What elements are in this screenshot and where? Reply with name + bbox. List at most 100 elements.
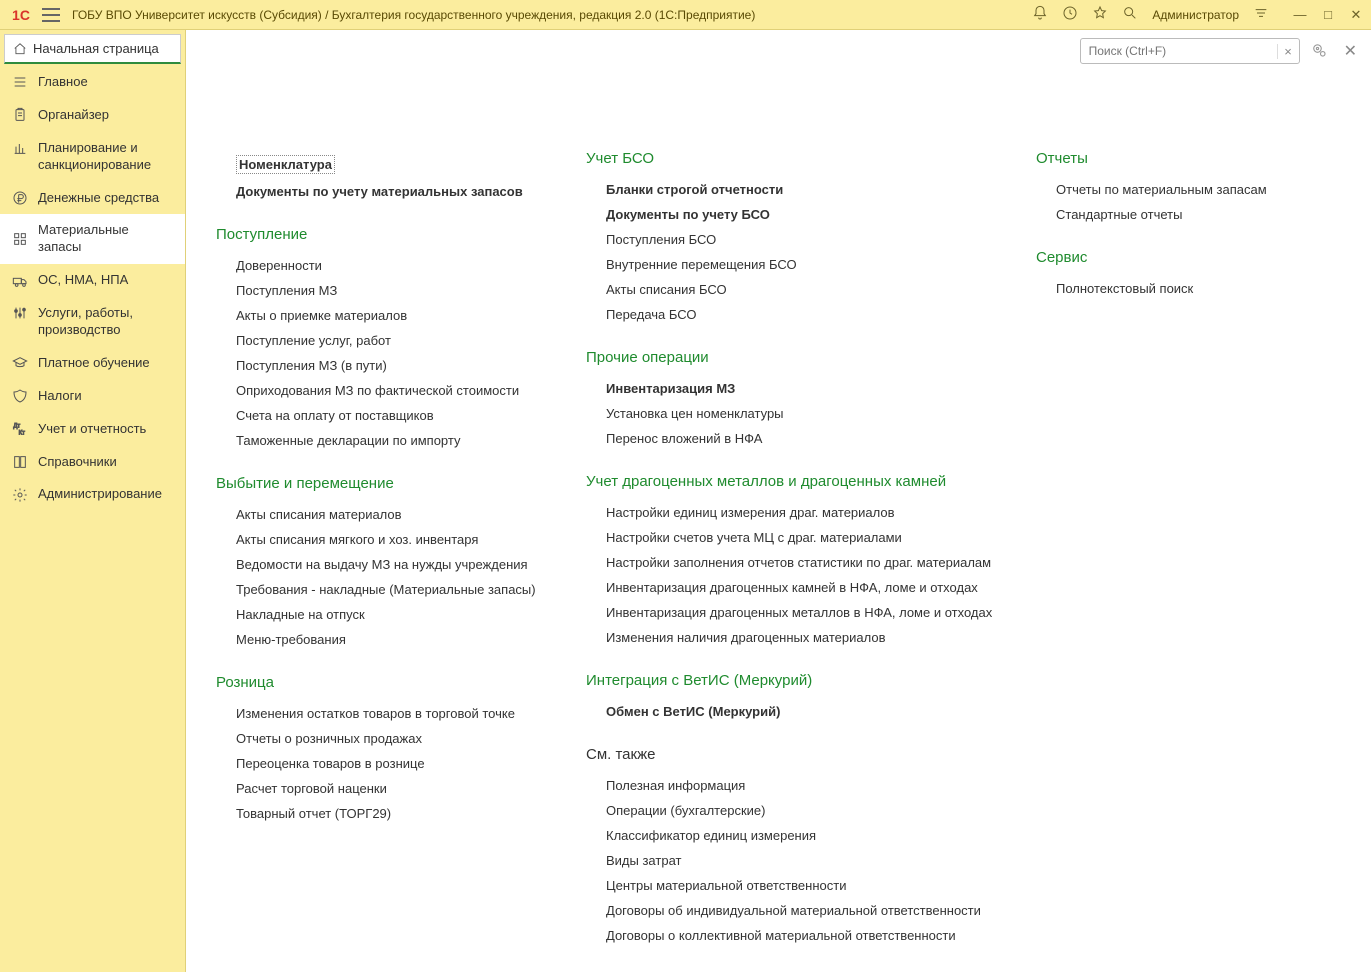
nav-link[interactable]: Товарный отчет (ТОРГ29) (236, 801, 546, 826)
sidebar-item-1[interactable]: Органайзер (0, 99, 185, 132)
svg-text:Кт: Кт (19, 430, 25, 436)
user-label[interactable]: Администратор (1152, 8, 1239, 22)
nav-link[interactable]: Меню-требования (236, 627, 546, 652)
nav-link[interactable]: Акты списания БСО (606, 277, 996, 302)
sidebar-item-label: Денежные средства (38, 190, 159, 207)
maximize-button[interactable]: □ (1321, 7, 1335, 23)
nav-link[interactable]: Счета на оплату от поставщиков (236, 403, 546, 428)
ruble-icon (12, 190, 28, 206)
section-head: Учет драгоценных металлов и драгоценных … (586, 473, 996, 490)
nav-link[interactable]: Настройки заполнения отчетов статистики … (606, 550, 996, 575)
nav-link[interactable]: Инвентаризация драгоценных металлов в НФ… (606, 600, 996, 625)
nav-link[interactable]: Бланки строгой отчетности (606, 177, 996, 202)
sidebar-item-4[interactable]: Материальные запасы (0, 214, 185, 264)
nav-link[interactable]: Поступления МЗ (236, 278, 546, 303)
sliders-icon (12, 305, 28, 321)
start-page-tab-label: Начальная страница (33, 41, 159, 56)
nav-link[interactable]: Поступления БСО (606, 227, 996, 252)
nav-link[interactable]: Доверенности (236, 253, 546, 278)
sidebar-item-10[interactable]: Справочники (0, 446, 185, 479)
sidebar-item-7[interactable]: Платное обучение (0, 347, 185, 380)
nav-link[interactable]: Виды затрат (606, 848, 996, 873)
section-head: Выбытие и перемещение (216, 475, 546, 492)
section-head: См. также (586, 746, 996, 763)
nav-link[interactable]: Центры материальной ответственности (606, 873, 996, 898)
history-icon[interactable] (1062, 5, 1078, 24)
nav-link[interactable]: Таможенные декларации по импорту (236, 428, 546, 453)
start-page-tab[interactable]: Начальная страница (4, 34, 181, 64)
nav-link[interactable]: Изменения наличия драгоценных материалов (606, 625, 996, 650)
grad-icon (12, 355, 28, 371)
nav-link[interactable]: Документы по учету БСО (606, 202, 996, 227)
nav-link[interactable]: Номенклатура (236, 155, 335, 174)
close-button[interactable]: ✕ (1349, 7, 1363, 23)
star-icon[interactable] (1092, 5, 1108, 24)
sidebar-item-label: Органайзер (38, 107, 109, 124)
sidebar-item-label: Планирование и санкционирование (38, 140, 173, 174)
search-box[interactable]: × (1080, 38, 1300, 64)
sidebar-item-0[interactable]: Главное (0, 66, 185, 99)
nav-link[interactable]: Настройки счетов учета МЦ с драг. матери… (606, 525, 996, 550)
sidebar-item-label: Администрирование (38, 486, 162, 503)
sidebar-item-label: Главное (38, 74, 88, 91)
section-head: Поступление (216, 226, 546, 243)
bell-icon[interactable] (1032, 5, 1048, 24)
nav-link[interactable]: Акты списания материалов (236, 502, 546, 527)
main-menu-icon[interactable] (42, 8, 60, 22)
sidebar-item-label: Налоги (38, 388, 82, 405)
nav-link[interactable]: Накладные на отпуск (236, 602, 546, 627)
sidebar-item-6[interactable]: Услуги, работы, производство (0, 297, 185, 347)
nav-link[interactable]: Инвентаризация драгоценных камней в НФА,… (606, 575, 996, 600)
nav-link[interactable]: Обмен с ВетИС (Меркурий) (606, 699, 996, 724)
main-panel: × ✕ Номенклатура Документы по учету матер… (186, 30, 1371, 972)
nav-link[interactable]: Классификатор единиц измерения (606, 823, 996, 848)
home-icon (13, 42, 27, 56)
search-icon[interactable] (1122, 5, 1138, 24)
window-title: ГОБУ ВПО Университет искусств (Субсидия)… (72, 8, 1032, 22)
section-head: Прочие операции (586, 349, 996, 366)
nav-link[interactable]: Полезная информация (606, 773, 996, 798)
nav-link[interactable]: Отчеты по материальным запасам (1056, 177, 1316, 202)
section-head: Учет БСО (586, 150, 996, 167)
nav-link[interactable]: Изменения остатков товаров в торговой то… (236, 701, 546, 726)
nav-link[interactable]: Стандартные отчеты (1056, 202, 1316, 227)
sidebar-item-label: Материальные запасы (38, 222, 173, 256)
sidebar-item-9[interactable]: ДтКт Учет и отчетность (0, 413, 185, 446)
sidebar-item-3[interactable]: Денежные средства (0, 182, 185, 215)
sidebar-item-5[interactable]: ОС, НМА, НПА (0, 264, 185, 297)
nav-link[interactable]: Полнотекстовый поиск (1056, 276, 1316, 301)
search-clear-button[interactable]: × (1277, 44, 1299, 59)
nav-link[interactable]: Акты о приемке материалов (236, 303, 546, 328)
settings-icon[interactable] (1310, 41, 1328, 62)
nav-link[interactable]: Акты списания мягкого и хоз. инвентаря (236, 527, 546, 552)
sidebar-item-11[interactable]: Администрирование (0, 478, 185, 511)
panel-menu-icon[interactable] (1253, 5, 1269, 24)
nav-link[interactable]: Поступление услуг, работ (236, 328, 546, 353)
minimize-button[interactable]: — (1293, 7, 1307, 23)
nav-link[interactable]: Установка цен номенклатуры (606, 401, 996, 426)
sidebar-item-label: Учет и отчетность (38, 421, 146, 438)
nav-link[interactable]: Отчеты о розничных продажах (236, 726, 546, 751)
nav-link[interactable]: Перенос вложений в НФА (606, 426, 996, 451)
nav-link[interactable]: Ведомости на выдачу МЗ на нужды учрежден… (236, 552, 546, 577)
nav-link[interactable]: Передача БСО (606, 302, 996, 327)
close-panel-button[interactable]: ✕ (1338, 41, 1363, 61)
sidebar-item-2[interactable]: Планирование и санкционирование (0, 132, 185, 182)
search-input[interactable] (1081, 44, 1277, 58)
nav-link[interactable]: Оприходования МЗ по фактической стоимост… (236, 378, 546, 403)
nav-link[interactable]: Договоры о коллективной материальной отв… (606, 923, 996, 948)
nav-link[interactable]: Документы по учету материальных запасов (236, 179, 546, 204)
nav-link[interactable]: Поступления МЗ (в пути) (236, 353, 546, 378)
svg-text:Дт: Дт (13, 424, 20, 430)
nav-link[interactable]: Переоценка товаров в рознице (236, 751, 546, 776)
nav-link[interactable]: Настройки единиц измерения драг. материа… (606, 500, 996, 525)
nav-link[interactable]: Операции (бухгалтерские) (606, 798, 996, 823)
nav-link[interactable]: Внутренние перемещения БСО (606, 252, 996, 277)
sidebar-item-8[interactable]: Налоги (0, 380, 185, 413)
nav-link[interactable]: Договоры об индивидуальной материальной … (606, 898, 996, 923)
nav-link[interactable]: Инвентаризация МЗ (606, 376, 996, 401)
sidebar-item-label: Справочники (38, 454, 117, 471)
grid-icon (12, 231, 28, 247)
nav-link[interactable]: Требования - накладные (Материальные зап… (236, 577, 546, 602)
nav-link[interactable]: Расчет торговой наценки (236, 776, 546, 801)
